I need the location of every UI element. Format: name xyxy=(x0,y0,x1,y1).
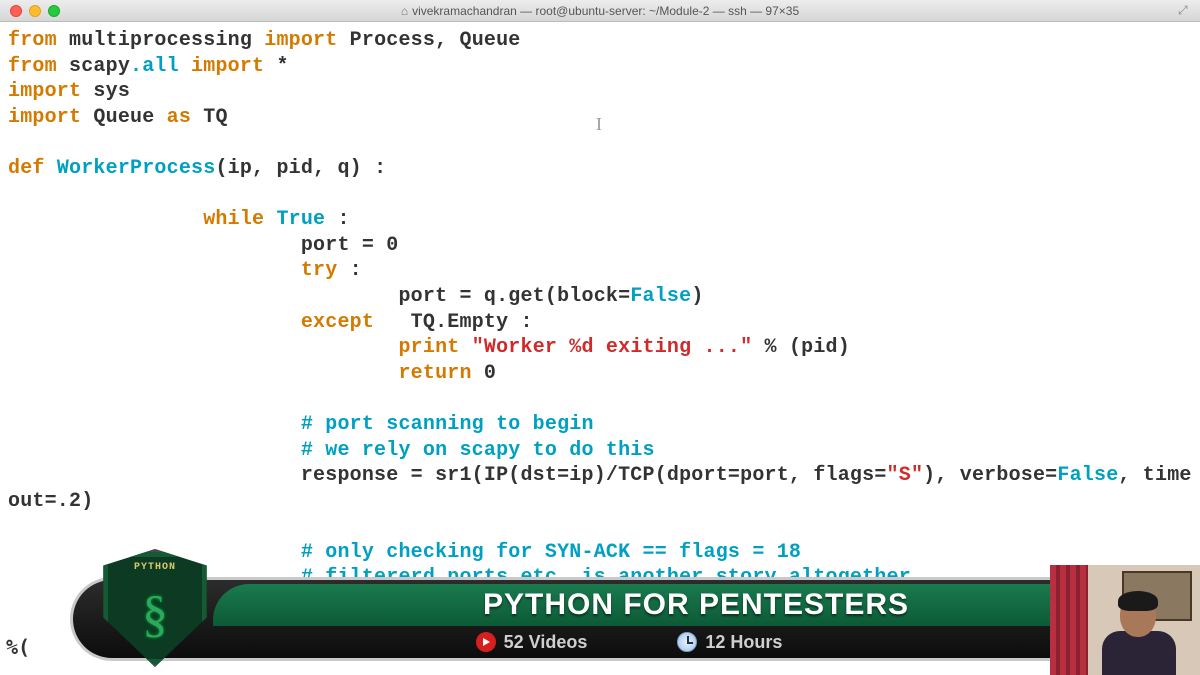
clock-icon xyxy=(677,632,697,652)
python-badge: PYTHON § xyxy=(100,549,220,669)
zoom-icon[interactable] xyxy=(48,5,60,17)
stat-hours: 12 Hours xyxy=(677,632,782,653)
text-cursor-icon: I xyxy=(596,114,602,135)
badge-label: PYTHON xyxy=(134,562,176,573)
webcam-thumbnail xyxy=(1050,565,1200,675)
code-fragment-left: %( xyxy=(6,635,30,659)
course-banner: PYTHON FOR PENTESTERS 52 Videos 12 Hours xyxy=(70,577,1188,661)
shield-icon: PYTHON § xyxy=(100,549,210,667)
close-icon[interactable] xyxy=(10,5,22,17)
snake-icon: § xyxy=(142,585,168,644)
stat-videos: 52 Videos xyxy=(476,632,588,653)
minimize-icon[interactable] xyxy=(29,5,41,17)
play-icon xyxy=(476,632,496,652)
window-title: ⌂vivekramachandran — root@ubuntu-server:… xyxy=(0,4,1200,18)
traffic-lights xyxy=(0,5,60,17)
expand-icon[interactable]: ⤢ xyxy=(1178,3,1192,17)
course-stats: 52 Videos 12 Hours xyxy=(73,626,1185,658)
window-titlebar: ⌂vivekramachandran — root@ubuntu-server:… xyxy=(0,0,1200,22)
course-title: PYTHON FOR PENTESTERS xyxy=(483,588,909,622)
hours-count: 12 Hours xyxy=(705,632,782,653)
course-banner-title-bar: PYTHON FOR PENTESTERS xyxy=(213,584,1179,626)
videos-count: 52 Videos xyxy=(504,632,588,653)
home-icon: ⌂ xyxy=(401,4,408,18)
